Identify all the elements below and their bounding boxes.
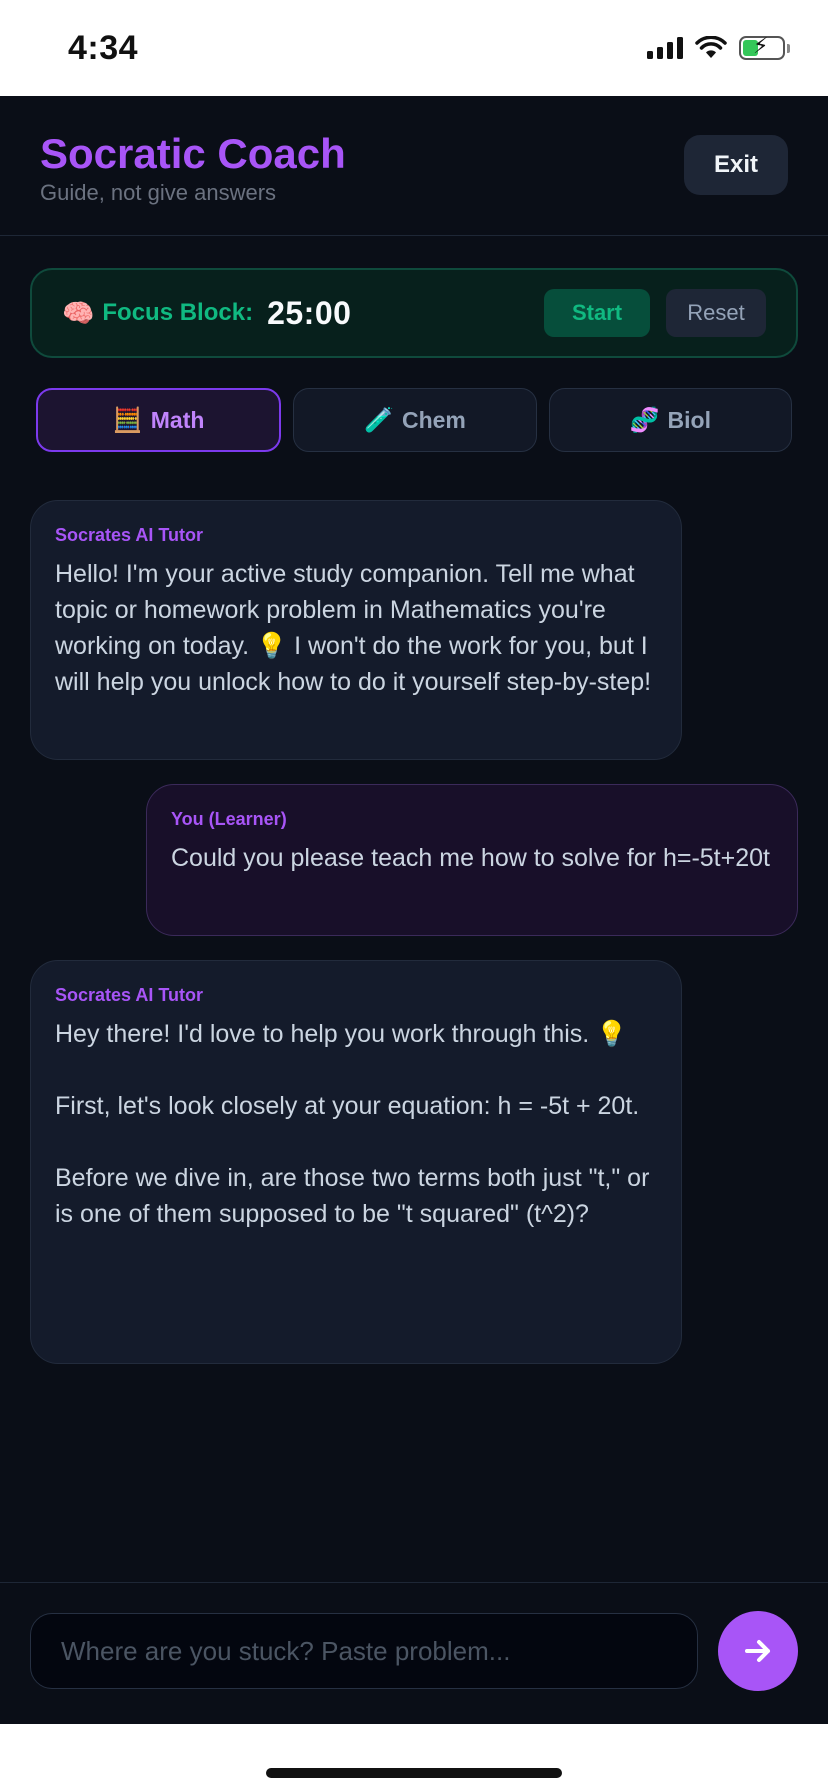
home-indicator[interactable] (266, 1768, 562, 1778)
message-text: Hey there! I'd love to help you work thr… (55, 1020, 650, 1228)
tab-math[interactable]: 🧮 Math (36, 388, 282, 452)
tab-label: Math (150, 406, 205, 433)
dna-icon: 🧬 (629, 406, 660, 434)
status-time: 4:34 (68, 28, 139, 67)
focus-timer: 25:00 (267, 294, 352, 331)
wifi-icon (695, 36, 727, 58)
start-button[interactable]: Start (544, 289, 650, 337)
message-sender: You (Learner) (171, 809, 287, 829)
arrow-right-icon (745, 1640, 770, 1662)
status-bar: 4:34 ⚡ (0, 0, 828, 96)
app-subtitle: Guide, not give answers (40, 180, 277, 205)
brain-icon: 🧠 (62, 297, 95, 328)
message-text: Hello! I'm your active study companion. … (55, 560, 652, 696)
message-sender: Socrates AI Tutor (55, 525, 204, 545)
message-input[interactable] (30, 1613, 698, 1689)
focus-block: 🧠 Focus Block: 25:00 Start Reset (30, 268, 798, 358)
tab-label: Chem (401, 406, 466, 433)
reset-button[interactable]: Reset (666, 289, 766, 337)
message-text: Could you please teach me how to solve f… (171, 844, 770, 872)
tab-chem[interactable]: 🧪 Chem (293, 388, 537, 452)
chat-message-ai: Socrates AI Tutor Hey there! I'd love to… (30, 960, 682, 1364)
battery-charging-icon: ⚡ (739, 35, 790, 60)
send-button[interactable] (718, 1611, 798, 1691)
status-icons: ⚡ (647, 35, 790, 60)
app-screen: Socratic Coach Guide, not give answers E… (0, 96, 828, 1724)
signal-icon (647, 37, 683, 59)
composer-bar (0, 1582, 828, 1724)
message-sender: Socrates AI Tutor (55, 985, 204, 1005)
focus-label: Focus Block: (102, 299, 254, 326)
test-tube-icon: 🧪 (364, 406, 394, 434)
app-title: Socratic Coach (40, 130, 346, 177)
chat-message-ai: Socrates AI Tutor Hello! I'm your active… (30, 500, 682, 760)
subject-tabs: 🧮 Math 🧪 Chem 🧬 Biol (36, 388, 792, 452)
home-area (0, 1724, 828, 1792)
tab-biol[interactable]: 🧬 Biol (548, 388, 792, 452)
abacus-icon: 🧮 (112, 406, 143, 434)
exit-button[interactable]: Exit (684, 135, 788, 195)
tab-label: Biol (667, 406, 711, 433)
chat-message-user: You (Learner) Could you please teach me … (146, 784, 798, 936)
header: Socratic Coach Guide, not give answers E… (0, 96, 828, 236)
